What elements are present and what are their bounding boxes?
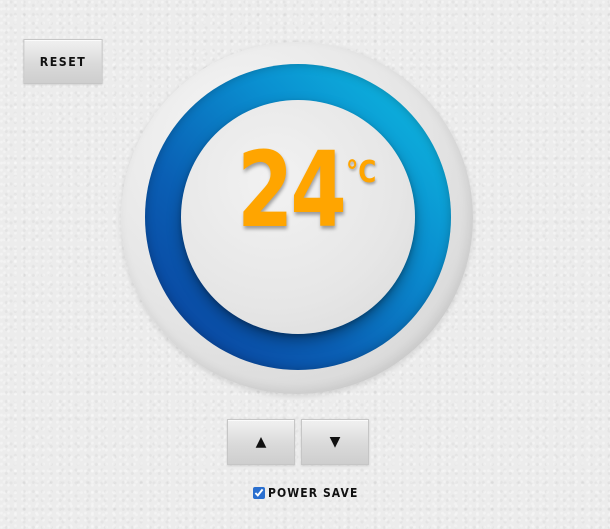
power-save-checkbox[interactable] — [253, 487, 265, 499]
power-save-label: POWER SAVE — [268, 486, 359, 500]
temperature-value: 24 — [237, 129, 347, 251]
decrease-temperature-button[interactable]: ▼ — [301, 419, 369, 465]
increase-temperature-button[interactable]: ▲ — [227, 419, 295, 465]
thermostat-dial: 24 °C — [121, 42, 473, 394]
temperature-unit: °C — [346, 155, 377, 190]
thermostat-face: 24 °C — [181, 100, 415, 334]
arrow-up-icon: ▲ — [255, 434, 267, 450]
power-save-toggle[interactable]: POWER SAVE — [253, 485, 368, 501]
reset-button[interactable]: RESET — [23, 39, 103, 84]
arrow-down-icon: ▼ — [329, 434, 341, 450]
temperature-ring: 24 °C — [145, 64, 451, 370]
